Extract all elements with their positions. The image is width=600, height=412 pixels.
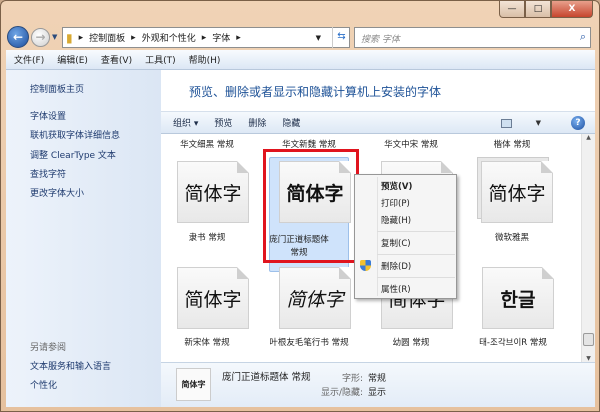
scroll-up-icon[interactable]: ▲ — [582, 134, 595, 141]
recent-pages-icon[interactable]: ▼ — [52, 33, 57, 41]
font-item-nsimsun[interactable]: 简体字 — [177, 267, 249, 329]
menu-tools[interactable]: 工具(T) — [145, 53, 176, 66]
sidebar-item-home[interactable]: 控制面板主页 — [30, 82, 84, 95]
sidebar-item-font-settings[interactable]: 字体设置 — [30, 109, 66, 122]
refresh-icon[interactable]: ⇆ — [332, 27, 350, 48]
preview-button[interactable]: 预览 — [214, 116, 232, 129]
font-label[interactable]: 楷体 常规 — [462, 139, 562, 152]
sidebar-item-online-info[interactable]: 联机获取字体详细信息 — [30, 128, 120, 141]
font-label[interactable]: 华文中宋 常规 — [361, 139, 461, 152]
maximize-button[interactable]: □ — [525, 1, 551, 18]
font-label[interactable]: 隶书 常规 — [157, 232, 257, 245]
highlight-box — [263, 149, 359, 263]
menu-help[interactable]: 帮助(H) — [189, 53, 221, 66]
view-icon[interactable] — [500, 118, 512, 128]
menu-item-properties[interactable]: 属性(R) — [381, 283, 411, 295]
font-item-lishu[interactable]: 简体字 — [177, 161, 249, 223]
fonts-folder-icon: ▮ — [66, 30, 73, 45]
details-style-value: 常规 — [368, 374, 387, 384]
sidebar-item-cleartype[interactable]: 调整 ClearType 文本 — [30, 148, 116, 161]
font-label[interactable]: 微软雅黑 — [462, 232, 562, 245]
hide-button[interactable]: 隐藏 — [282, 116, 300, 129]
minimize-button[interactable]: — — [499, 1, 525, 18]
vertical-scrollbar[interactable]: ▲ ▼ — [581, 134, 595, 362]
see-also-title: 另请参阅 — [30, 343, 67, 353]
sidebar-item-font-size[interactable]: 更改字体大小 — [30, 186, 84, 199]
view-dropdown-icon[interactable]: ▼ — [536, 119, 541, 127]
scroll-thumb[interactable] — [583, 333, 594, 346]
crumb-fonts[interactable]: 字体 — [212, 31, 230, 44]
explorer-window: — □ X ← → ▼ ▮ ▸ 控制面板 ▸ 外观和个性化 ▸ 字体 ▸ ▼ ⇆ 搜索… — [0, 0, 600, 412]
address-dropdown-icon[interactable]: ▼ — [316, 34, 321, 42]
scroll-down-icon[interactable]: ▼ — [582, 355, 595, 362]
menu-item-delete[interactable]: 删除(D) — [381, 260, 411, 272]
menu-item-hide[interactable]: 隐藏(H) — [381, 214, 411, 226]
delete-button[interactable]: 删除 — [248, 116, 266, 129]
menu-file[interactable]: 文件(F) — [14, 53, 44, 66]
help-icon[interactable]: ? — [571, 116, 585, 130]
address-bar[interactable]: ▮ ▸ 控制面板 ▸ 外观和个性化 ▸ 字体 ▸ ▼ — [62, 27, 350, 48]
page-title: 预览、删除或者显示和隐藏计算机上安装的字体 — [189, 85, 442, 99]
font-item-korean[interactable]: 한글 — [482, 267, 554, 329]
crumb-control-panel[interactable]: 控制面板 — [89, 31, 125, 44]
search-icon[interactable]: ⌕ — [580, 30, 586, 44]
crumb-appearance[interactable]: 外观和个性化 — [142, 31, 196, 44]
menu-bar: 文件(F) 编辑(E) 查看(V) 工具(T) 帮助(H) — [6, 50, 595, 70]
toolbar: 组织 ▾ 预览 删除 隐藏 ▼ ? — [161, 111, 595, 134]
menu-item-preview[interactable]: 预览(V) — [381, 180, 412, 192]
back-button[interactable]: ← — [7, 26, 29, 48]
details-show-label: 显示/隐藏: — [321, 388, 364, 398]
menu-item-print[interactable]: 打印(P) — [381, 197, 410, 209]
sidebar-item-personalize[interactable]: 个性化 — [30, 378, 57, 391]
font-item-yahei[interactable]: 简体字 — [481, 161, 553, 223]
context-menu: 预览(V) 打印(P) 隐藏(H) 复制(C) 删除(D) 属性(R) — [354, 174, 457, 299]
font-item-yegenyou[interactable]: 简体字 — [279, 267, 351, 329]
font-label[interactable]: 幼圆 常规 — [361, 337, 461, 350]
sidebar-item-find-char[interactable]: 查找字符 — [30, 167, 66, 180]
details-font-name: 庞门正道标题体 常规 — [222, 372, 311, 383]
forward-button[interactable]: → — [31, 27, 50, 47]
menu-item-copy[interactable]: 复制(C) — [381, 237, 411, 249]
close-button[interactable]: X — [551, 1, 593, 18]
content-pane: 预览、删除或者显示和隐藏计算机上安装的字体 组织 ▾ 预览 删除 隐藏 ▼ ? … — [161, 70, 595, 407]
sidebar-item-text-services[interactable]: 文本服务和输入语言 — [30, 359, 111, 372]
font-label[interactable]: 叶根友毛笔行书 常规 — [269, 337, 349, 350]
organize-button[interactable]: 组织 ▾ — [173, 116, 198, 129]
font-label[interactable]: 태-조각브이R 常规 — [474, 337, 552, 350]
uac-shield-icon — [360, 260, 371, 271]
font-label[interactable]: 新宋体 常规 — [157, 337, 257, 350]
details-pane: 简体字 庞门正道标题体 常规 字形: 常规 显示/隐藏: 显示 — [161, 362, 595, 407]
search-input[interactable]: 搜索 字体 ⌕ — [354, 27, 591, 48]
sidebar: 控制面板主页 字体设置 联机获取字体详细信息 调整 ClearType 文本 查… — [6, 70, 161, 407]
details-show-value: 显示 — [368, 388, 387, 398]
menu-view[interactable]: 查看(V) — [101, 53, 132, 66]
menu-edit[interactable]: 编辑(E) — [57, 53, 88, 66]
details-style-label: 字形: — [342, 374, 364, 384]
font-label[interactable]: 华文细黑 常规 — [157, 139, 257, 152]
details-font-preview: 简体字 — [176, 368, 211, 401]
